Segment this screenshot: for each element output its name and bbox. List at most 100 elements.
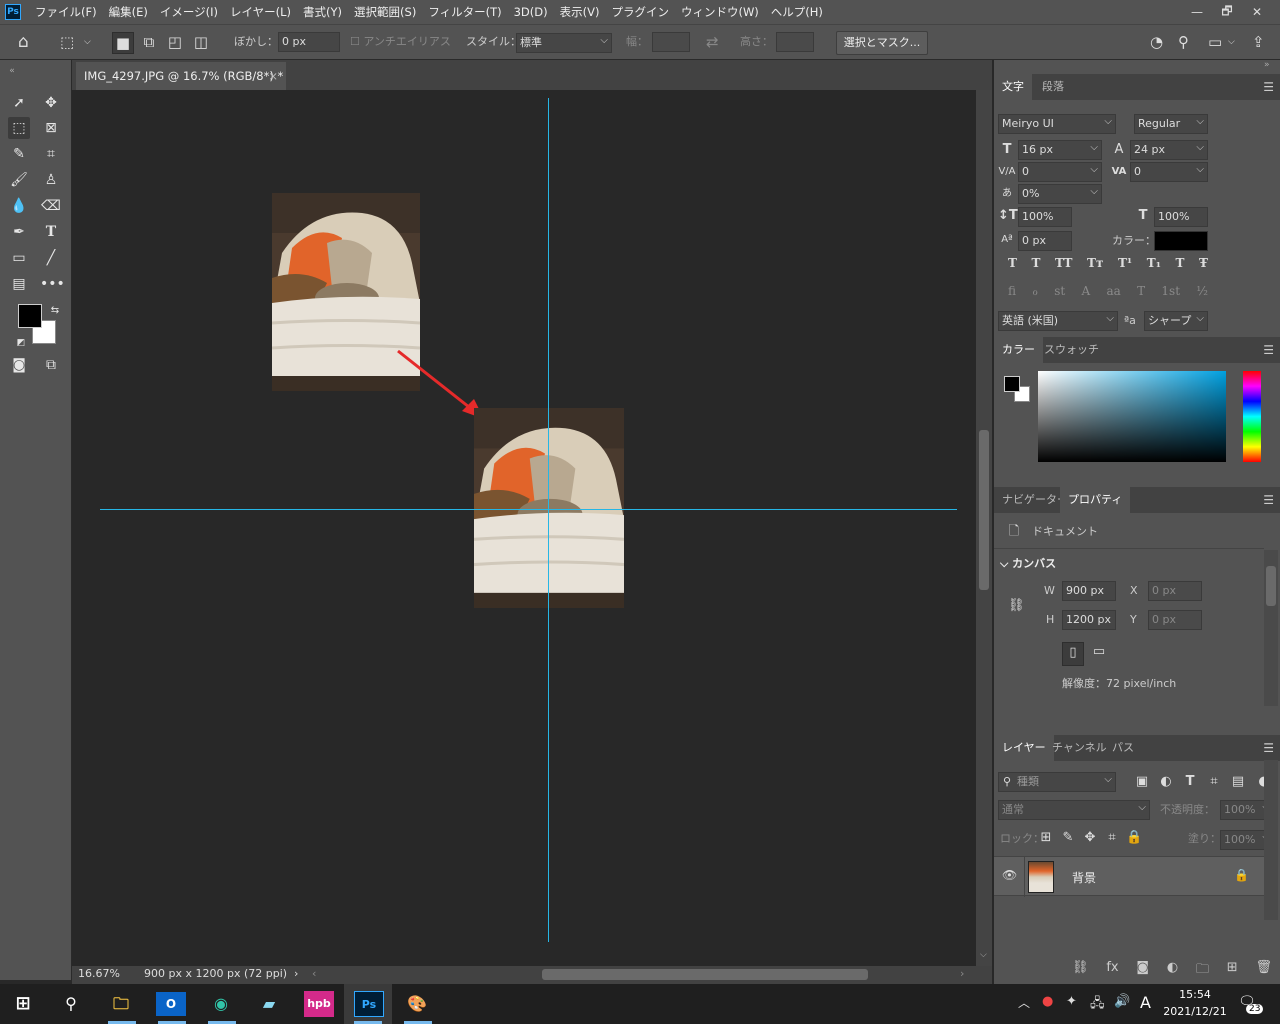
menu-item[interactable]: レイヤー(L) [224, 0, 297, 24]
search-icon[interactable]: ⚲ [1178, 32, 1189, 52]
tracking-select[interactable]: 0 [1130, 161, 1208, 182]
font-family-select[interactable]: Meiryo UI [998, 113, 1116, 134]
opentype-button[interactable]: aa [1106, 284, 1120, 304]
restore-button[interactable]: 🗗 [1212, 2, 1242, 23]
menu-item[interactable]: イメージ(I) [154, 0, 224, 24]
hpb-icon[interactable]: hpb [304, 991, 334, 1017]
scrollbar-thumb[interactable] [979, 430, 989, 590]
color-field[interactable] [1038, 371, 1226, 462]
text-style-button[interactable]: T₁ [1147, 256, 1161, 276]
opentype-button[interactable]: 1st [1161, 284, 1180, 304]
width-input[interactable] [652, 32, 690, 52]
subtract-from-selection-icon[interactable]: ◰ [164, 32, 186, 52]
canvas-x-input[interactable]: 0 px [1148, 581, 1202, 601]
add-to-selection-icon[interactable]: ⧉ [138, 32, 160, 52]
landscape-orientation-icon[interactable]: ▭ [1088, 642, 1110, 666]
tab-paths[interactable]: パス [1104, 735, 1142, 761]
gradient-tool-icon[interactable]: ▤ [8, 273, 30, 295]
filter-shape-icon[interactable]: ⌗ [1206, 772, 1222, 792]
rectangular-marquee-tool-icon[interactable]: ⬚ [8, 117, 30, 139]
type-tool-icon[interactable]: T [40, 221, 62, 243]
horizontal-scrollbar-thumb[interactable] [542, 969, 868, 980]
scrollbar-thumb[interactable] [1266, 566, 1276, 606]
menu-item[interactable]: プラグイン [605, 0, 675, 24]
lock-transparent-icon[interactable]: ⊞ [1038, 828, 1054, 848]
panel-menu-icon[interactable]: ☰ [1263, 337, 1274, 363]
windows-start-icon[interactable]: ⊞ [8, 990, 38, 1018]
tsume-select[interactable]: 0% [1018, 183, 1102, 204]
menu-item[interactable]: ウィンドウ(W) [675, 0, 765, 24]
scroll-down-icon[interactable]: ⌵ [980, 950, 987, 960]
filter-pixel-icon[interactable]: ▣ [1134, 772, 1150, 792]
vertical-guide[interactable] [548, 98, 549, 942]
antialias-checkbox[interactable]: ☐ アンチエイリアス [350, 32, 451, 52]
menu-item[interactable]: 書式(Y) [297, 0, 348, 24]
edge-icon[interactable]: ◉ [206, 990, 236, 1018]
horizontal-guide[interactable] [100, 509, 957, 510]
filter-smart-object-icon[interactable]: ▤ [1230, 772, 1246, 792]
screen-mode-icon[interactable]: ⧉ [40, 354, 62, 376]
quick-mask-icon[interactable]: ◙ [8, 354, 30, 376]
eye-icon[interactable]: 👁 [1002, 868, 1017, 882]
menu-item[interactable]: フィルター(T) [422, 0, 507, 24]
close-tab-icon[interactable]: × [268, 62, 278, 90]
scroll-left-icon[interactable]: ‹ [312, 967, 316, 980]
link-layers-icon[interactable]: ⛓ [1072, 960, 1089, 980]
close-window-button[interactable]: ✕ [1242, 5, 1272, 19]
photoshop-logo-icon[interactable]: Ps [5, 4, 21, 20]
menu-item[interactable]: 表示(V) [554, 0, 606, 24]
lock-position-icon[interactable]: ✥ [1082, 828, 1098, 848]
text-style-button[interactable]: T [1008, 256, 1017, 276]
photoshop-taskbar-icon[interactable]: Ps [354, 991, 384, 1017]
tab-character[interactable]: 文字 [994, 74, 1032, 100]
lock-pixels-icon[interactable]: ✎ [1060, 828, 1076, 848]
network-icon[interactable]: 🖧 [1090, 994, 1105, 1016]
move-tool-icon[interactable]: ✥ [40, 92, 62, 114]
eraser-tool-icon[interactable]: ⌫ [40, 195, 62, 217]
canvas-height-input[interactable]: 1200 px [1062, 610, 1116, 630]
intersect-selection-icon[interactable]: ◫ [190, 32, 212, 52]
link-icon[interactable]: ⛓ [1008, 596, 1025, 616]
add-mask-icon[interactable]: ◙ [1136, 960, 1149, 980]
text-style-button[interactable]: T [1176, 256, 1185, 276]
line-tool-icon[interactable]: ╱ [40, 247, 62, 269]
layers-scrollbar[interactable] [1264, 760, 1278, 920]
lock-all-icon[interactable]: 🔒 [1126, 828, 1142, 848]
volume-icon[interactable]: 🔊 [1114, 994, 1130, 1009]
font-size-select[interactable]: 16 px [1018, 139, 1102, 160]
chevron-right-icon[interactable]: › [294, 967, 298, 980]
panel-menu-icon[interactable]: ☰ [1263, 487, 1274, 513]
file-explorer-icon[interactable]: 🗀 [106, 990, 136, 1018]
vertical-scrollbar[interactable]: ⌵ [976, 90, 992, 966]
minimize-button[interactable]: — [1182, 5, 1212, 19]
layer-row[interactable]: 👁 背景 🔒 [994, 856, 1264, 897]
vertical-scale-input[interactable]: 100% [1018, 207, 1072, 227]
opentype-button[interactable]: ℴ [1032, 284, 1038, 304]
paint-icon[interactable]: 🎨 [402, 990, 432, 1018]
feather-input[interactable]: 0 px [278, 32, 340, 52]
canvas-section-header[interactable]: ⌵ カンバス [1000, 554, 1056, 574]
more-tools-icon[interactable]: ••• [40, 273, 65, 295]
panel-menu-icon[interactable]: ☰ [1263, 735, 1274, 761]
horizontal-scale-input[interactable]: 100% [1154, 207, 1208, 227]
new-group-icon[interactable]: 🗀 [1196, 960, 1209, 980]
ime-indicator[interactable]: A [1140, 993, 1151, 1012]
opentype-button[interactable]: ½ [1196, 284, 1208, 304]
canvas-width-input[interactable]: 900 px [1062, 581, 1116, 601]
filter-adjustment-icon[interactable]: ◐ [1158, 772, 1174, 792]
workspace-icon[interactable]: ▭ [1208, 32, 1222, 52]
foreground-color-chip[interactable] [1004, 376, 1020, 392]
style-select[interactable]: 標準 [516, 32, 612, 53]
collapse-icon[interactable]: « [4, 60, 20, 82]
menu-item[interactable]: ヘルプ(H) [765, 0, 829, 24]
text-style-button[interactable]: T¹ [1118, 256, 1132, 276]
chevron-up-icon[interactable]: ︿ [1018, 994, 1030, 1011]
opentype-button[interactable]: st [1054, 284, 1065, 304]
security-icon[interactable]: ● [1042, 994, 1053, 1009]
panel-menu-icon[interactable]: ☰ [1263, 74, 1274, 100]
text-style-button[interactable]: TT [1055, 256, 1072, 276]
blend-mode-select[interactable]: 通常 [998, 799, 1150, 820]
antialias-select[interactable]: シャープ [1144, 310, 1208, 331]
default-colors-icon[interactable]: ◩ [10, 332, 32, 354]
opentype-button[interactable]: A [1081, 284, 1090, 304]
